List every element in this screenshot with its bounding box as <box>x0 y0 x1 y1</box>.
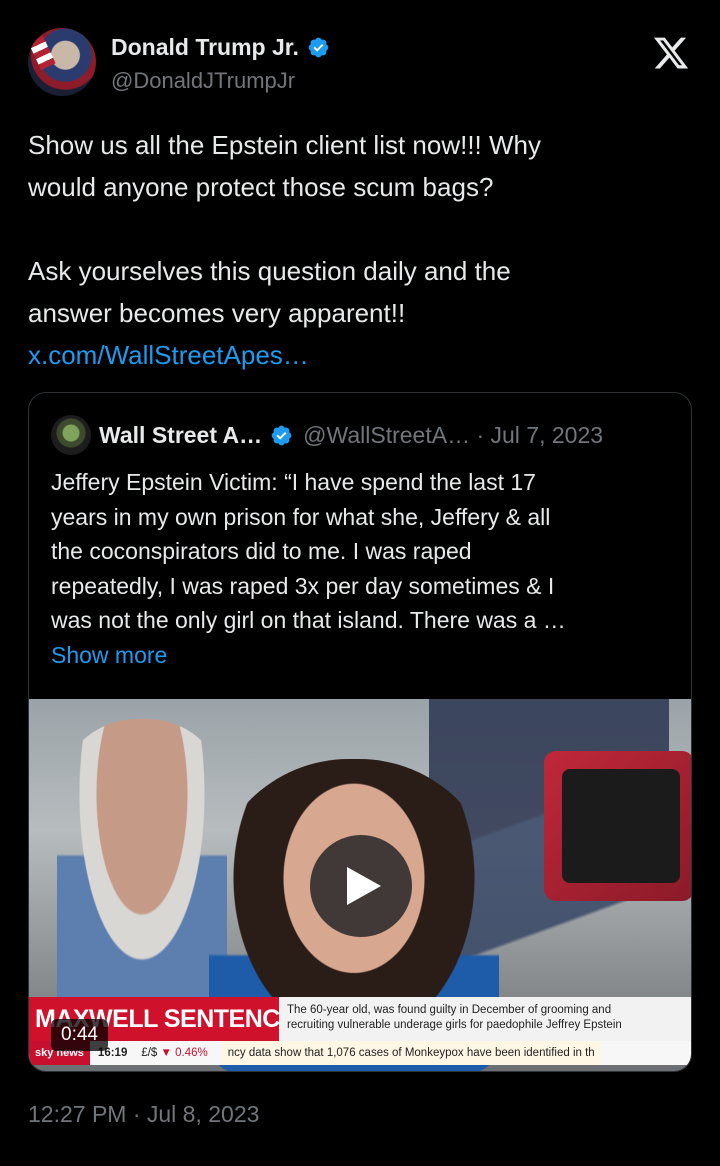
news-caption-line: The 60-year old, was found guilty in Dec… <box>287 1004 612 1016</box>
video-person-left <box>57 719 227 1019</box>
tweet-link[interactable]: x.com/WallStreetApes… <box>28 340 309 370</box>
x-logo-icon[interactable] <box>652 34 690 72</box>
ticker-fx: £/$ ▼ 0.46% <box>141 1047 207 1059</box>
play-button[interactable] <box>310 835 412 937</box>
tweet-paragraph: Ask yourselves this question daily and t… <box>28 256 511 328</box>
quoted-tweet-header: Wall Street A… @WallStreetA… · Jul 7, 20… <box>51 415 603 455</box>
author-name-row: Donald Trump Jr. <box>111 34 330 61</box>
verified-badge-icon <box>271 425 292 445</box>
tweet-body: Show us all the Epstein client list now!… <box>28 124 692 376</box>
ticker-fx-label: £/$ <box>141 1047 158 1059</box>
quoted-handle-date[interactable]: @WallStreetA… · Jul 7, 2023 <box>303 422 603 449</box>
video-camera <box>544 751 691 901</box>
news-ticker: sky news 16:19 £/$ ▼ 0.46% ncy data show… <box>29 1041 691 1065</box>
video-duration-badge: 0:44 <box>51 1019 108 1051</box>
quoted-tweet-text: Jeffery Epstein Victim: “I have spend th… <box>51 469 566 633</box>
news-caption-line: recruiting vulnerable underage girls for… <box>287 1019 622 1031</box>
video-player[interactable]: MAXWELL SENTENCING The 60-year old, was … <box>29 699 691 1071</box>
quoted-tweet-card[interactable]: Wall Street A… @WallStreetA… · Jul 7, 20… <box>28 392 692 1072</box>
author-avatar[interactable] <box>28 28 96 96</box>
news-caption: The 60-year old, was found guilty in Dec… <box>279 997 691 1041</box>
tweet-header: Donald Trump Jr. @DonaldJTrumpJr <box>28 28 692 98</box>
play-icon <box>347 867 381 905</box>
show-more-link[interactable]: Show more <box>51 638 671 673</box>
ticker-news: ncy data show that 1,076 cases of Monkey… <box>221 1041 601 1065</box>
quoted-author-avatar[interactable] <box>51 415 91 455</box>
tweet-paragraph: Show us all the Epstein client list now!… <box>28 130 542 202</box>
ticker-fx-value: ▼ 0.46% <box>160 1047 208 1059</box>
quoted-tweet-body: Jeffery Epstein Victim: “I have spend th… <box>51 465 671 672</box>
verified-badge-icon <box>308 37 329 58</box>
quoted-author-name[interactable]: Wall Street A… <box>99 422 262 449</box>
author-handle[interactable]: @DonaldJTrumpJr <box>111 68 295 94</box>
author-display-name[interactable]: Donald Trump Jr. <box>111 34 299 61</box>
news-lower-third: MAXWELL SENTENCING The 60-year old, was … <box>29 997 691 1041</box>
tweet-timestamp[interactable]: 12:27 PM · Jul 8, 2023 <box>28 1101 259 1128</box>
